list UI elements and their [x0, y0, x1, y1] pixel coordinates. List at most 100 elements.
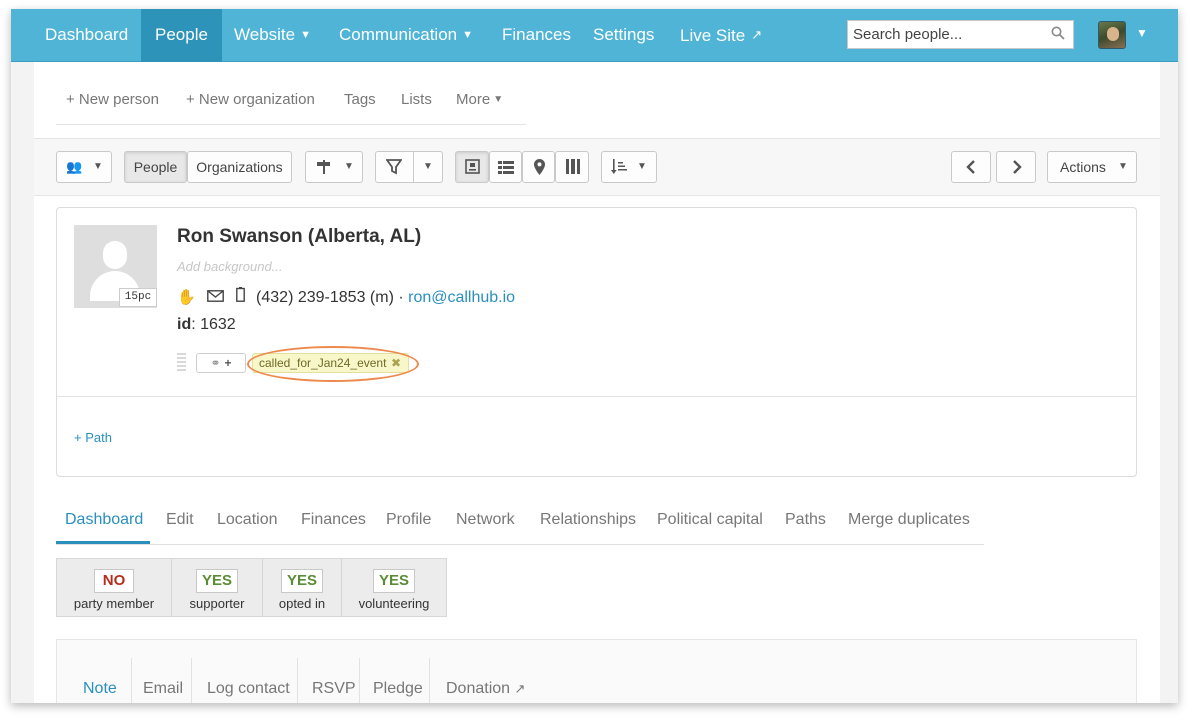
- tab-relationships[interactable]: Relationships: [540, 511, 636, 529]
- more-menu[interactable]: More ▼: [456, 91, 503, 108]
- tab-note[interactable]: Note: [83, 680, 117, 698]
- contact-line: ✋ (432) 239-1853 (m) · ron@callhub.io: [177, 287, 515, 307]
- tab-rsvp[interactable]: RSVP: [312, 680, 356, 698]
- nav-finances[interactable]: Finances: [488, 9, 585, 62]
- tab-divider: [131, 658, 132, 703]
- tab-pledge[interactable]: Pledge: [373, 680, 423, 698]
- organizations-toggle-label: Organizations: [196, 159, 283, 175]
- search-input[interactable]: [848, 21, 1043, 48]
- nav-dashboard-label: Dashboard: [45, 25, 129, 44]
- external-link-icon: ↗: [751, 27, 763, 42]
- organizations-toggle-button[interactable]: Organizations: [187, 151, 292, 183]
- status-flags: NO party member YES supporter YES opted …: [56, 558, 447, 617]
- phone-number: (432) 239-1853 (m) ·: [256, 289, 409, 306]
- tab-dashboard[interactable]: Dashboard: [65, 511, 143, 529]
- avatar-face: [1107, 27, 1119, 41]
- tab-political-capital[interactable]: Political capital: [657, 511, 763, 529]
- filter-icon: [385, 152, 403, 185]
- actions-dropdown[interactable]: Actions ▼: [1047, 151, 1137, 183]
- previous-button[interactable]: [951, 151, 991, 183]
- column-view-button[interactable]: [555, 151, 589, 183]
- card-view-icon: [465, 152, 480, 184]
- map-view-button[interactable]: [522, 151, 555, 183]
- drag-handle[interactable]: [177, 353, 186, 373]
- nav-settings[interactable]: Settings: [579, 9, 668, 62]
- nav-communication[interactable]: Communication ▼: [325, 9, 487, 62]
- new-person-link[interactable]: + New person: [66, 91, 159, 108]
- top-navigation: Dashboard People Website ▼ Communication ▼…: [11, 9, 1178, 62]
- lists-link[interactable]: Lists: [401, 91, 432, 108]
- tab-donation[interactable]: Donation ↗: [446, 680, 525, 698]
- nav-website[interactable]: Website ▼: [220, 9, 325, 62]
- nav-communication-label: Communication: [339, 25, 458, 44]
- list-view-button[interactable]: [489, 151, 522, 183]
- tab-merge-duplicates[interactable]: Merge duplicates: [848, 511, 970, 529]
- user-avatar[interactable]: [1098, 21, 1126, 49]
- tab-network[interactable]: Network: [456, 511, 515, 529]
- nav-dashboard[interactable]: Dashboard: [31, 9, 142, 62]
- nav-live-site[interactable]: Live Site ↗: [666, 9, 776, 62]
- people-type-dropdown[interactable]: 👥 ▼: [56, 151, 112, 183]
- add-background-field[interactable]: Add background...: [177, 259, 283, 274]
- people-group-icon: 👥: [66, 159, 83, 174]
- chevron-down-icon: ▼: [637, 161, 647, 172]
- list-view-icon: [498, 152, 514, 184]
- annotation-highlight-ring: [247, 346, 419, 382]
- signpost-dropdown[interactable]: ▼: [305, 151, 363, 183]
- chevron-down-icon[interactable]: ▼: [1136, 26, 1148, 40]
- search-box: [847, 20, 1074, 49]
- chevron-down-icon: ▼: [300, 29, 311, 41]
- new-organization-link[interactable]: + New organization: [186, 91, 315, 108]
- chevron-down-icon: ▼: [1118, 161, 1128, 172]
- people-subnav: + New person + New organization Tags Lis…: [56, 62, 526, 125]
- email-link[interactable]: ron@callhub.io: [408, 289, 515, 306]
- hand-icon: ✋: [177, 289, 196, 306]
- more-menu-label: More: [456, 91, 491, 108]
- card-view-button[interactable]: [455, 151, 489, 183]
- envelope-icon: [207, 289, 225, 306]
- chevron-down-icon: ▼: [493, 94, 504, 105]
- signpost-icon: [316, 152, 332, 184]
- flag-party-member[interactable]: NO party member: [57, 559, 171, 616]
- flag-value: YES: [373, 569, 415, 593]
- flag-value: NO: [94, 569, 134, 593]
- profile-tabs: Dashboard Edit Location Finances Profile…: [56, 507, 984, 545]
- chevron-down-icon: ▼: [423, 161, 433, 172]
- tab-divider: [297, 658, 298, 703]
- tab-divider: [359, 658, 360, 703]
- chevron-down-icon: ▼: [93, 161, 103, 172]
- tags-link[interactable]: Tags: [344, 91, 376, 108]
- tab-location[interactable]: Location: [217, 511, 278, 529]
- tab-finances[interactable]: Finances: [301, 511, 366, 529]
- flag-opted-in[interactable]: YES opted in: [263, 559, 341, 616]
- nav-people[interactable]: People: [141, 9, 222, 62]
- flag-value: YES: [196, 569, 238, 593]
- page-content: + New person + New organization Tags Lis…: [34, 62, 1160, 703]
- tab-email[interactable]: Email: [143, 680, 183, 698]
- tab-edit[interactable]: Edit: [166, 511, 194, 529]
- map-pin-icon: [534, 152, 545, 185]
- flag-volunteering[interactable]: YES volunteering: [342, 559, 446, 616]
- flag-label: opted in: [278, 596, 326, 611]
- tab-paths[interactable]: Paths: [785, 511, 826, 529]
- flag-label: volunteering: [358, 596, 430, 611]
- person-id-value: : 1632: [191, 316, 236, 333]
- tab-profile[interactable]: Profile: [386, 511, 431, 529]
- people-toggle-button[interactable]: People: [124, 151, 187, 183]
- flag-supporter[interactable]: YES supporter: [172, 559, 262, 616]
- sort-dropdown[interactable]: ▼: [601, 151, 657, 183]
- nav-website-label: Website: [234, 25, 296, 44]
- add-tag-button[interactable]: ⚭ +: [196, 353, 246, 373]
- search-icon[interactable]: [1051, 26, 1065, 43]
- people-toggle-label: People: [133, 159, 178, 175]
- person-id: id: 1632: [177, 316, 236, 334]
- add-path-link[interactable]: + Path: [74, 430, 112, 445]
- tab-divider: [429, 658, 430, 703]
- person-id-label: id: [177, 316, 192, 333]
- tab-log-contact[interactable]: Log contact: [207, 680, 290, 698]
- tab-donation-label: Donation: [446, 680, 511, 697]
- filter-dropdown[interactable]: ▼: [375, 151, 443, 183]
- next-button[interactable]: [996, 151, 1036, 183]
- chevron-right-icon: [1012, 152, 1022, 184]
- support-level-badge: 15pc: [119, 288, 157, 307]
